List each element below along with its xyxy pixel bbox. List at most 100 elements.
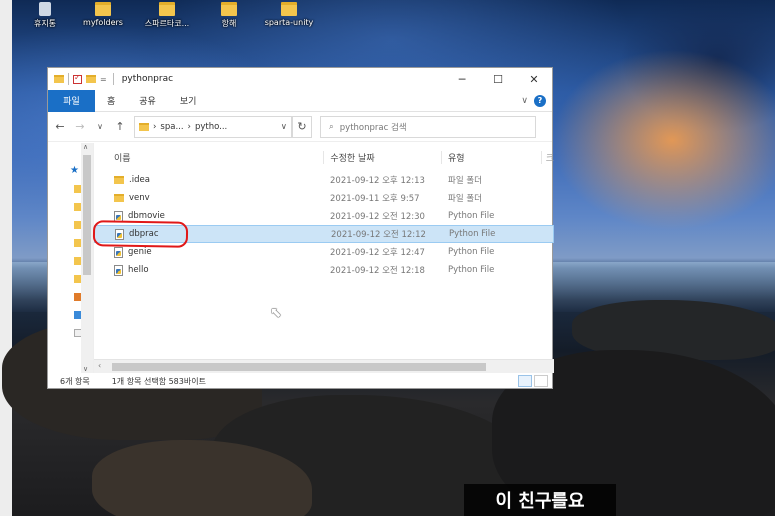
ribbon-tabs: 파일 홈 공유 보기 ∨ ? <box>48 89 552 112</box>
file-date: 2021-09-11 오후 9:57 <box>330 194 420 204</box>
search-icon: ⌕ <box>329 121 334 132</box>
file-name-cell: hello <box>94 264 324 276</box>
back-button[interactable]: ← <box>54 120 66 133</box>
red-annotation-circle <box>92 220 189 248</box>
folder-icon <box>139 122 149 131</box>
address-bar[interactable]: › spa... › pytho... ∨ <box>134 115 292 138</box>
nav-pane-scrollbar[interactable]: ∧ ∨ <box>81 143 93 373</box>
scroll-left-icon[interactable]: ‹ <box>98 361 101 370</box>
expand-ribbon-icon[interactable]: ∨ <box>521 96 528 106</box>
column-header-name[interactable]: 이름 <box>94 151 323 164</box>
navigation-bar: ← → ∨ ↑ › spa... › pytho... ∨ ↻ ⌕ python… <box>48 112 552 142</box>
navigation-pane: ★ ∧ ∨ <box>48 143 94 373</box>
file-list: 이름 수정한 날짜 유형 크 .idea 2021-09-12 오후 12:13 파… <box>94 143 554 359</box>
file-type: Python File <box>448 211 495 221</box>
column-headers: 이름 수정한 날짜 유형 크 <box>94 143 554 171</box>
breadcrumb-item[interactable]: pytho... <box>195 122 227 132</box>
python-file-icon <box>114 246 123 258</box>
breadcrumb-item[interactable]: spa... <box>160 122 183 132</box>
help-icon[interactable]: ? <box>534 94 546 107</box>
view-toggles <box>518 375 554 387</box>
properties-icon[interactable] <box>73 73 82 84</box>
scrollbar-thumb[interactable] <box>83 155 91 275</box>
file-row[interactable]: .idea 2021-09-12 오후 12:13 파일 폴더 <box>94 171 554 189</box>
desktop-icon-recycle-bin[interactable]: 휴지통 <box>14 0 76 29</box>
file-date: 2021-09-12 오후 12:13 <box>330 176 425 186</box>
file-type: Python File <box>449 229 496 239</box>
file-name: venv <box>129 193 150 203</box>
quick-access-toolbar: = <box>48 73 107 85</box>
tab-home[interactable]: 홈 <box>95 94 127 107</box>
tab-share[interactable]: 공유 <box>127 94 168 107</box>
folder-icon <box>114 176 124 184</box>
search-placeholder: pythonprac 검색 <box>339 122 407 133</box>
chevron-down-icon[interactable]: ∨ <box>281 122 287 132</box>
file-name-cell: genie <box>94 246 324 258</box>
tab-file[interactable]: 파일 <box>48 89 95 112</box>
file-row[interactable]: venv 2021-09-11 오후 9:57 파일 폴더 <box>94 189 554 207</box>
desktop-icon-label: 스파르타코... <box>144 19 190 28</box>
column-header-date[interactable]: 수정한 날짜 <box>323 150 441 164</box>
file-name: genie <box>128 247 152 257</box>
folder-icon <box>159 2 175 16</box>
left-margin <box>0 0 12 516</box>
file-type: 파일 폴더 <box>448 194 482 204</box>
window-controls: ─ ☐ ✕ <box>444 68 552 90</box>
large-icons-view-icon[interactable] <box>534 375 548 387</box>
desktop-icon-label: 항해 <box>221 19 237 28</box>
chevron-right-icon: › <box>153 121 157 132</box>
recycle-bin-icon <box>39 2 51 16</box>
folder-icon <box>54 75 64 83</box>
python-file-icon <box>114 264 123 276</box>
file-date: 2021-09-12 오전 12:18 <box>330 266 425 276</box>
file-name-cell: .idea <box>94 175 324 185</box>
minimize-button[interactable]: ─ <box>444 68 480 90</box>
recent-locations-icon[interactable]: ∨ <box>94 122 106 131</box>
desktop-icon-label: sparta-unity <box>264 18 314 27</box>
item-count: 6개 항목 <box>60 376 90 386</box>
details-view-icon[interactable] <box>518 375 532 387</box>
folder-icon <box>95 2 111 16</box>
scrollbar-thumb[interactable] <box>112 363 486 371</box>
desktop-icon-sparta-unity[interactable]: sparta-unity <box>258 0 320 28</box>
file-date: 2021-09-12 오전 12:30 <box>330 212 425 222</box>
divider <box>68 73 69 85</box>
desktop-icon-sparta[interactable]: 스파르타코... <box>136 0 198 29</box>
new-folder-icon[interactable] <box>86 75 96 83</box>
divider <box>112 73 114 85</box>
file-name: dbmovie <box>128 211 165 221</box>
file-type: Python File <box>448 247 495 257</box>
chevron-right-icon: › <box>187 121 191 132</box>
file-date: 2021-09-12 오전 12:12 <box>331 230 426 240</box>
search-input[interactable]: ⌕ pythonprac 검색 <box>320 115 536 138</box>
up-button[interactable]: ↑ <box>114 120 126 133</box>
selection-info: 1개 항목 선택함 583바이트 <box>111 376 206 386</box>
scroll-down-icon[interactable]: ∨ <box>83 365 88 373</box>
file-name: .idea <box>129 175 150 185</box>
desktop-icon-hanghae[interactable]: 항해 <box>198 0 260 29</box>
maximize-button[interactable]: ☐ <box>480 68 516 90</box>
folder-icon <box>281 2 297 16</box>
horizontal-scrollbar[interactable]: ‹ <box>94 359 554 373</box>
desktop-icon-label: myfolders <box>83 18 123 27</box>
file-name: hello <box>128 265 149 275</box>
column-header-type[interactable]: 유형 <box>441 150 541 164</box>
file-type: 파일 폴더 <box>448 176 482 186</box>
file-name-cell: venv <box>94 193 324 203</box>
forward-button[interactable]: → <box>74 120 86 133</box>
column-header-size[interactable]: 크 <box>540 150 554 164</box>
file-row[interactable]: hello 2021-09-12 오전 12:18 Python File <box>94 261 554 279</box>
folder-icon <box>114 194 124 202</box>
video-subtitle: 이 친구를요 <box>464 484 616 516</box>
desktop-icon-label: 휴지통 <box>33 19 57 28</box>
quick-access-star-icon[interactable]: ★ <box>70 165 79 176</box>
mouse-cursor-icon: ⬉ <box>270 305 282 321</box>
scroll-up-icon[interactable]: ∧ <box>83 143 88 151</box>
close-button[interactable]: ✕ <box>516 68 552 90</box>
desktop-icon-myfolders[interactable]: myfolders <box>72 0 134 28</box>
file-date: 2021-09-12 오후 12:47 <box>330 248 425 258</box>
customize-toolbar-icon[interactable]: = <box>100 75 107 84</box>
refresh-button[interactable]: ↻ <box>292 115 312 138</box>
tab-view[interactable]: 보기 <box>168 94 209 107</box>
file-type: Python File <box>448 265 495 275</box>
